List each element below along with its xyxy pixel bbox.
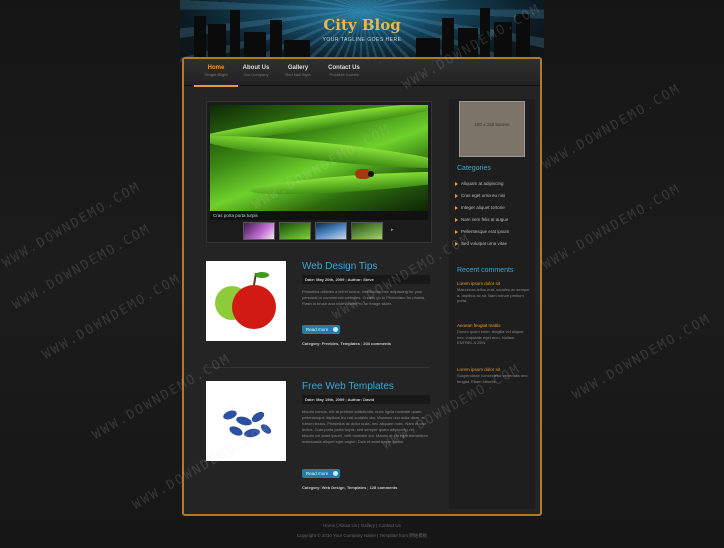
categories-heading: Categories: [457, 165, 491, 172]
category-link[interactable]: Integer aliquet tortorie: [455, 205, 505, 210]
comment-title-link[interactable]: Lorem ipsum dolor sit: [457, 367, 531, 372]
category-link[interactable]: Cras eget urna eu nisi: [454, 193, 505, 198]
post-image-pills[interactable]: [206, 381, 286, 461]
category-link[interactable]: Pellentesque erat ipsum: [454, 229, 509, 234]
read-more-button[interactable]: Read more: [302, 325, 340, 334]
comment-body: Suspendisse consectetur venenatis nec fe…: [457, 373, 528, 384]
recent-comments-heading: Recent comments: [457, 267, 514, 274]
category-link[interactable]: Nam sem felis at augue: [454, 217, 508, 222]
post-title[interactable]: Web Design Tips: [302, 261, 377, 272]
post-comments-link[interactable]: 204 comments: [363, 341, 391, 346]
site-title[interactable]: City Blog: [180, 16, 544, 34]
comment-title-link[interactable]: Aenean feugiat mattis: [457, 323, 531, 328]
post-date: Date: May 19th, 2009: [305, 397, 345, 402]
main-frame: Home Ginger Blight About Us Our Company …: [182, 57, 542, 516]
pills-illustration: [223, 410, 272, 438]
main-nav: Home Ginger Blight About Us Our Company …: [184, 59, 540, 87]
recent-comment: Lorem ipsum dolor sit Maecenas tellus er…: [457, 281, 531, 304]
comment-title-link[interactable]: Lorem ipsum dolor sit: [457, 281, 531, 286]
thumbnail-orchid[interactable]: [243, 222, 275, 240]
post-category[interactable]: Category: Freebies, Templates: [302, 341, 360, 346]
nav-sublabel: Red Nail Style: [285, 72, 311, 77]
slide-image-grass-ladybug[interactable]: [210, 105, 428, 211]
post-date: Date: May 20th, 2009: [305, 277, 345, 282]
thumbnail-grass[interactable]: [279, 222, 311, 240]
post-author: Author: David: [347, 397, 375, 402]
footer-copyright: Copyright © 2010 Your Company Name | Tem…: [296, 533, 428, 538]
nav-gallery[interactable]: Gallery Red Nail Style: [272, 65, 324, 77]
footer-links[interactable]: Home | About Us | Gallery | Contact Us: [0, 523, 724, 528]
banner-ad-placeholder[interactable]: 180 x 150 banner: [459, 101, 525, 157]
chevron-right-icon[interactable]: ▸: [391, 227, 394, 233]
sidebar: 180 x 150 banner Categories Aliquam at a…: [449, 99, 535, 509]
post-footer: Category: Freebies, Templates | 204 comm…: [302, 341, 392, 346]
nav-sublabel: Possible Guests: [329, 72, 359, 77]
comment-body: Maecenas tellus erat, sodales ac semper …: [457, 287, 530, 303]
blog-post: Web Design Tips Date: May 20th, 2009 | A…: [206, 261, 430, 353]
post-author: Author: Steve: [347, 277, 374, 282]
leaf-shape: [249, 167, 428, 199]
post-category[interactable]: Category: Web Design, Templates: [302, 485, 366, 490]
thumbnail-ladybug[interactable]: [351, 222, 383, 240]
ladybug-head-shape: [368, 171, 374, 177]
post-divider: [206, 367, 430, 368]
image-slider: Cras porta porta turpis ▸: [206, 101, 432, 243]
post-meta: Date: May 19th, 2009 | Author: David: [302, 395, 430, 404]
post-excerpt: Phasellus ultricies a tell et luctus. Ve…: [302, 289, 426, 306]
comment-body: Donec quam enim, fringilla vel aliquet n…: [457, 329, 524, 345]
category-link[interactable]: Aliquam at adipiscing: [455, 181, 504, 186]
slide-caption: Cras porta porta turpis: [210, 211, 428, 220]
recent-comment: Lorem ipsum dolor sit Suspendisse consec…: [457, 367, 531, 384]
read-more-button[interactable]: Read more: [302, 469, 340, 478]
apples-illustration: [215, 272, 276, 329]
post-comments-link[interactable]: 128 comments: [370, 485, 398, 490]
leaf-shape: [210, 129, 428, 175]
site-tagline: YOUR TAGLINE GOES HERE: [322, 37, 402, 43]
post-excerpt: Mauris cursus, est at pretium sollicitud…: [302, 409, 428, 444]
post-image-apples[interactable]: [206, 261, 286, 341]
post-title[interactable]: Free Web Templates: [302, 381, 394, 392]
post-footer: Category: Web Design, Templates | 128 co…: [302, 485, 398, 490]
header-banner: City Blog YOUR TAGLINE GOES HERE: [180, 0, 544, 62]
category-link[interactable]: Sed volutpat urna vitae: [454, 241, 507, 246]
post-meta: Date: May 20th, 2009 | Author: Steve: [302, 275, 430, 284]
nav-label: Contact Us: [328, 65, 360, 71]
thumbnail-city[interactable]: [315, 222, 347, 240]
recent-comment: Aenean feugiat mattis Donec quam enim, f…: [457, 323, 531, 346]
nav-label: Gallery: [287, 65, 309, 71]
nav-contact-us[interactable]: Contact Us Possible Guests: [318, 65, 370, 77]
blog-post: Free Web Templates Date: May 19th, 2009 …: [206, 381, 430, 501]
